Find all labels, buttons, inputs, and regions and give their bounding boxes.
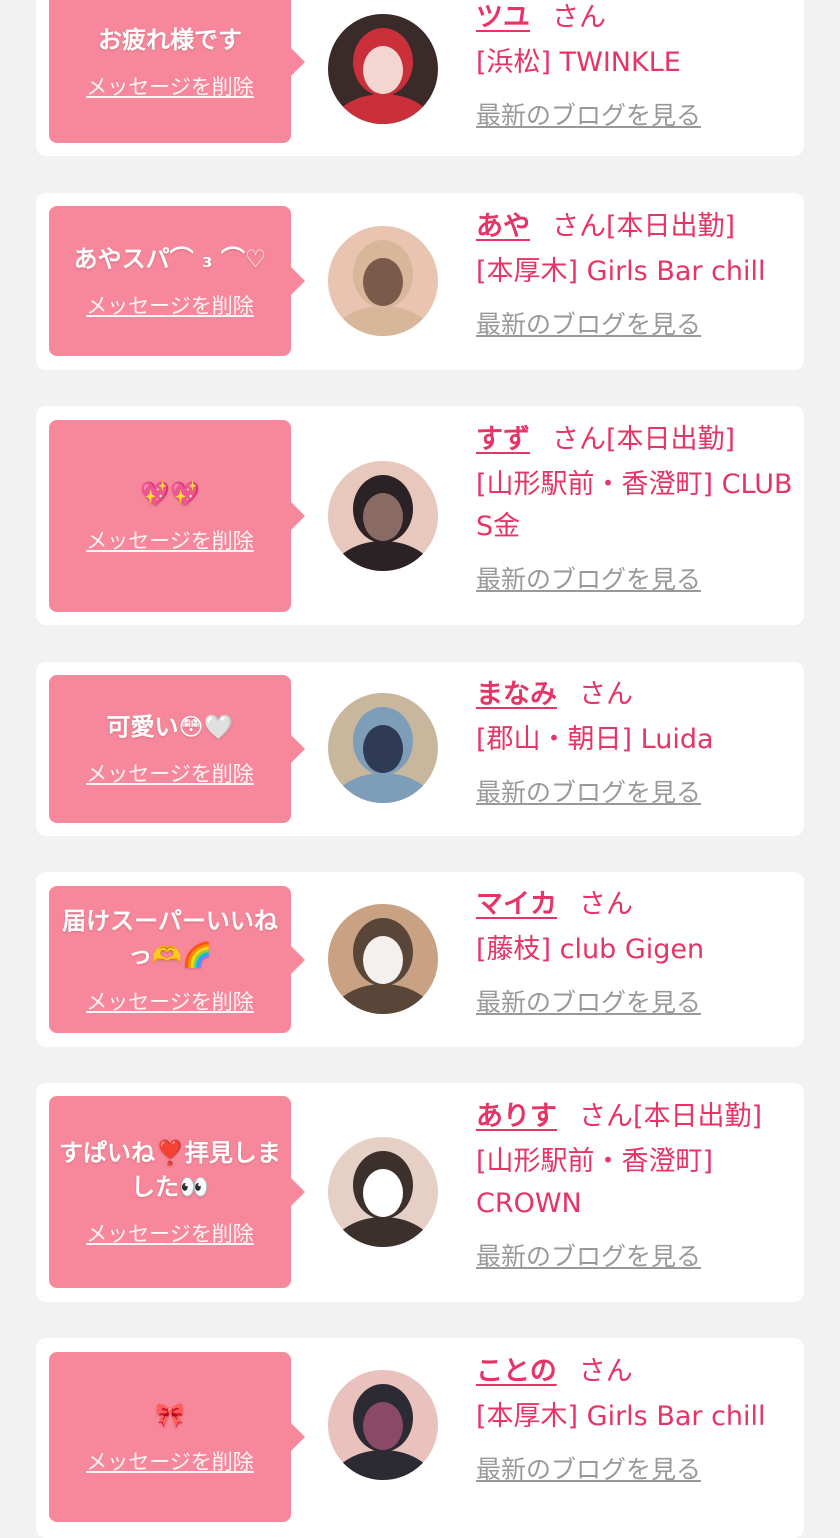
honorific: さん — [579, 679, 633, 710]
honorific: さん — [578, 1356, 633, 1387]
avatar[interactable] — [328, 693, 438, 803]
cast-name-link[interactable]: すず — [476, 424, 530, 455]
honorific: さん — [552, 211, 606, 242]
avatar[interactable] — [328, 904, 438, 1014]
message-card: 💖💖 メッセージを削除 すず さん[本日出勤] [山形駅前・香澄町] CLUB S金最新… — [36, 406, 804, 625]
delete-message-link[interactable]: メッセージを削除 — [86, 71, 254, 101]
cast-info: ツユ さん [浜松] TWINKLE 最新のブログを見る — [476, 0, 796, 132]
message-bubble: あやスパ⌒ ₃ ⌒♡ メッセージを削除 — [49, 206, 305, 356]
delete-message-link[interactable]: メッセージを削除 — [86, 290, 254, 320]
message-text: 🎀 — [155, 1401, 185, 1429]
shop-name: [藤枝] club Gigen — [476, 934, 705, 965]
cast-name-link[interactable]: マイカ — [476, 889, 557, 920]
name-line: ありす さん[本日出勤] — [476, 1099, 796, 1135]
cast-info: ことの さん [本厚木] Girls Bar chill 最新のブログを見る — [476, 1354, 796, 1486]
avatar[interactable] — [328, 461, 438, 571]
attendance-badge: [本日出勤] — [606, 424, 736, 455]
honorific: さん — [579, 889, 633, 920]
message-bubble: お疲れ様です メッセージを削除 — [49, 0, 305, 143]
latest-blog-link[interactable]: 最新のブログを見る — [476, 1237, 701, 1273]
honorific: さん — [552, 424, 606, 455]
message-card: お疲れ様です メッセージを削除 ツユ さん [浜松] TWINKLE 最新のブログを見る — [36, 0, 804, 156]
shop-name: [山形駅前・香澄町] CROWN — [476, 1146, 714, 1219]
message-text: 届けスーパーいいねっ🫶🌈 — [62, 906, 278, 969]
message-bubble: 届けスーパーいいねっ🫶🌈 メッセージを削除 — [49, 886, 305, 1033]
cast-info: まなみ さん [郡山・朝日] Luida 最新のブログを見る — [476, 677, 796, 809]
latest-blog-link[interactable]: 最新のブログを見る — [476, 305, 701, 341]
message-card: 可愛い😳🤍 メッセージを削除 まなみ さん [郡山・朝日] Luida 最新のブログを見る — [36, 662, 804, 836]
shop-name: [山形駅前・香澄町] CLUB S金 — [476, 469, 793, 542]
message-text: あやスパ⌒ ₃ ⌒♡ — [73, 245, 267, 273]
shop-name: [本厚木] Girls Bar chill — [476, 1401, 766, 1432]
shop-name: [浜松] TWINKLE — [476, 47, 681, 78]
honorific: さん — [579, 1101, 633, 1132]
message-card: 届けスーパーいいねっ🫶🌈 メッセージを削除 マイカ さん [藤枝] club Gigen… — [36, 872, 804, 1047]
delete-message-link[interactable]: メッセージを削除 — [86, 1446, 254, 1476]
message-text: お疲れ様です — [98, 25, 242, 54]
shop-name: [本厚木] Girls Bar chill — [476, 256, 766, 287]
cast-info: ありす さん[本日出勤] [山形駅前・香澄町] CROWN 最新のブログを見る — [476, 1099, 796, 1273]
cast-info: マイカ さん [藤枝] club Gigen 最新のブログを見る — [476, 887, 796, 1019]
delete-message-link[interactable]: メッセージを削除 — [86, 525, 254, 555]
latest-blog-link[interactable]: 最新のブログを見る — [476, 983, 701, 1019]
delete-message-link[interactable]: メッセージを削除 — [86, 986, 254, 1016]
attendance-badge: [本日出勤] — [606, 211, 736, 242]
cast-info: すず さん[本日出勤] [山形駅前・香澄町] CLUB S金最新のブログを見る — [476, 422, 796, 596]
latest-blog-link[interactable]: 最新のブログを見る — [476, 773, 701, 809]
message-card: あやスパ⌒ ₃ ⌒♡ メッセージを削除 あや さん[本日出勤] [本厚木] Girls … — [36, 193, 804, 370]
message-bubble: 🎀 メッセージを削除 — [49, 1352, 305, 1522]
name-line: ツユ さん — [476, 0, 796, 36]
cast-info: あや さん[本日出勤] [本厚木] Girls Bar chill 最新のブログを見る — [476, 209, 796, 341]
cast-name-link[interactable]: あや — [476, 211, 530, 242]
delete-message-link[interactable]: メッセージを削除 — [86, 1218, 254, 1248]
shop-name: [郡山・朝日] Luida — [476, 724, 714, 755]
message-bubble: 可愛い😳🤍 メッセージを削除 — [49, 675, 305, 823]
message-card: すぱいね❣️拝見しました👀 メッセージを削除 ありす さん[本日出勤] [山形駅前・香澄… — [36, 1083, 804, 1302]
attendance-badge: [本日出勤] — [633, 1101, 763, 1132]
name-line: ことの さん — [476, 1354, 796, 1390]
name-line: マイカ さん — [476, 887, 796, 923]
cast-name-link[interactable]: ありす — [476, 1101, 557, 1132]
message-card: 🎀 メッセージを削除 ことの さん [本厚木] Girls Bar chill 最新のブロ… — [36, 1338, 804, 1538]
name-line: すず さん[本日出勤] — [476, 422, 796, 458]
name-line: あや さん[本日出勤] — [476, 209, 796, 245]
cast-name-link[interactable]: ことの — [476, 1356, 557, 1387]
latest-blog-link[interactable]: 最新のブログを見る — [476, 96, 701, 132]
delete-message-link[interactable]: メッセージを削除 — [86, 758, 254, 788]
message-text: 💖💖 — [140, 480, 200, 508]
avatar[interactable] — [328, 226, 438, 336]
avatar[interactable] — [328, 1370, 438, 1480]
honorific: さん — [552, 2, 606, 33]
message-bubble: すぱいね❣️拝見しました👀 メッセージを削除 — [49, 1096, 305, 1288]
latest-blog-link[interactable]: 最新のブログを見る — [476, 1450, 701, 1486]
message-text: すぱいね❣️拝見しました👀 — [59, 1139, 281, 1201]
name-line: まなみ さん — [476, 677, 796, 713]
cast-name-link[interactable]: ツユ — [476, 2, 530, 33]
avatar[interactable] — [328, 14, 438, 124]
message-text: 可愛い😳🤍 — [106, 713, 234, 741]
latest-blog-link[interactable]: 最新のブログを見る — [476, 560, 701, 596]
cast-name-link[interactable]: まなみ — [476, 679, 557, 710]
avatar[interactable] — [328, 1137, 438, 1247]
message-bubble: 💖💖 メッセージを削除 — [49, 420, 305, 612]
